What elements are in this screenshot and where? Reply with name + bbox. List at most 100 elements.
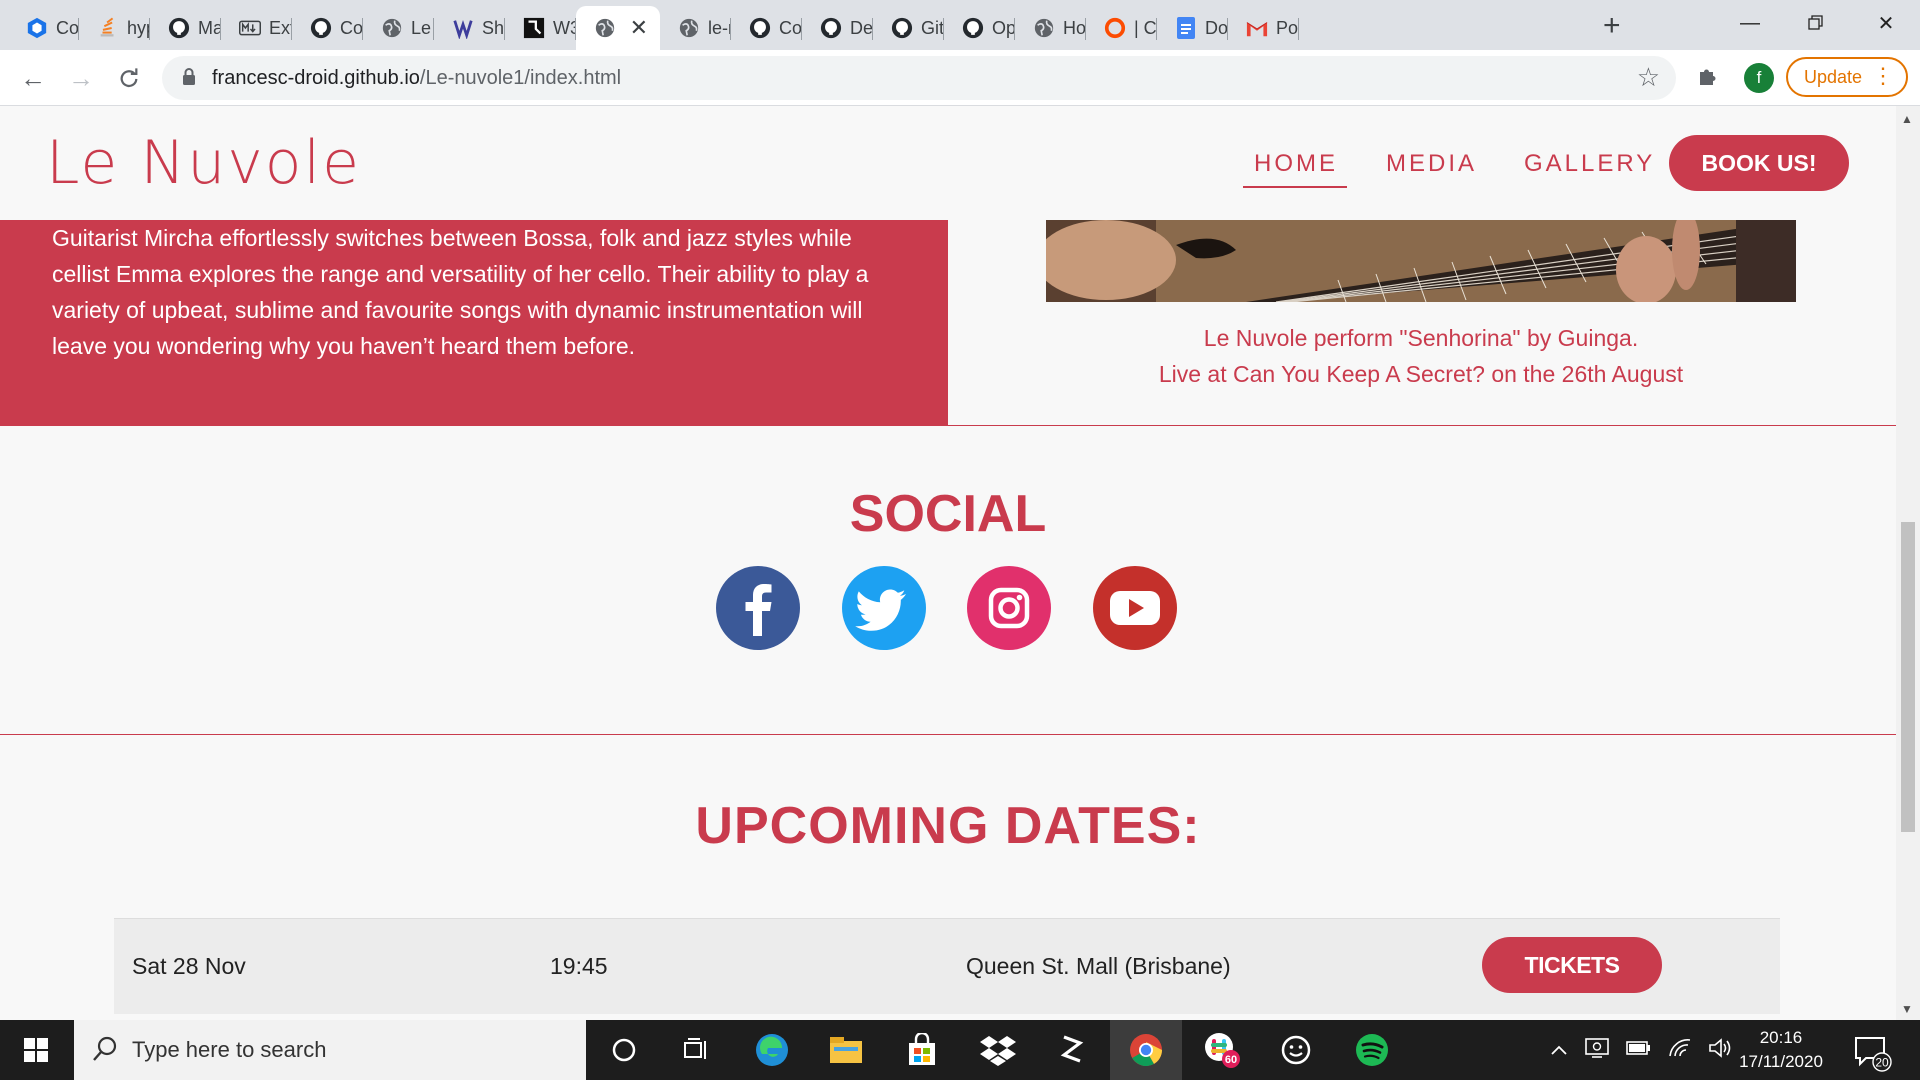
file-explorer-icon[interactable] [826, 1030, 866, 1070]
slack-icon[interactable]: 60 [1202, 1030, 1242, 1070]
tab-title: Doc [1205, 17, 1228, 38]
cortana-icon[interactable] [604, 1030, 644, 1070]
facebook-link[interactable] [716, 566, 800, 650]
globe-icon [594, 17, 616, 39]
section-divider [948, 425, 1896, 426]
close-window-button[interactable]: ✕ [1856, 6, 1916, 40]
back-button[interactable]: ← [14, 59, 52, 97]
upcoming-dates-table: Sat 28 Nov 19:45 Queen St. Mall (Brisban… [114, 918, 1780, 1014]
browser-tab[interactable]: Gitl [873, 6, 944, 50]
performance-video[interactable] [1046, 220, 1796, 302]
chrome-taskbar-icon[interactable] [1110, 1020, 1182, 1080]
tray-chevron-up-icon[interactable] [1550, 1040, 1568, 1061]
tickets-button[interactable]: TICKETS [1482, 937, 1662, 993]
windows-taskbar: Type here to search 60 20:16 17/11/2020 … [0, 1020, 1920, 1080]
forward-button[interactable]: → [62, 59, 100, 97]
url-text: francesc-droid.github.io/Le-nuvole1/inde… [212, 67, 621, 90]
monitor-sync-icon[interactable] [1584, 1037, 1610, 1064]
smiley-app-icon[interactable] [1276, 1030, 1316, 1070]
tab-title: | Cc [1134, 17, 1157, 38]
tab-title: Cor [779, 17, 802, 38]
tab-title: Exte [269, 17, 292, 38]
instagram-link[interactable] [967, 566, 1051, 650]
globe-icon [381, 17, 403, 39]
browser-tab[interactable]: Coc [292, 6, 363, 50]
tab-separator [1298, 18, 1299, 40]
browser-tab[interactable]: Pos [1228, 6, 1299, 50]
windows-logo-icon [24, 1038, 48, 1062]
browser-tab[interactable]: Hov [1015, 6, 1086, 50]
browser-tab[interactable]: W3 [505, 6, 576, 50]
social-heading: SOCIAL [849, 485, 1047, 543]
restore-button[interactable] [1786, 6, 1846, 40]
scrollbar-thumb[interactable] [1901, 522, 1915, 832]
nav-media-link[interactable]: MEDIA [1386, 150, 1477, 178]
browser-tab-active[interactable]: ✕ [576, 6, 660, 50]
browser-tab[interactable]: Le I [363, 6, 434, 50]
browser-tab[interactable]: Dep [802, 6, 873, 50]
profile-avatar[interactable]: f [1744, 63, 1774, 93]
page-scrollbar[interactable]: ▲ ▼ [1896, 106, 1920, 1020]
browser-tab[interactable]: Opt [944, 6, 1015, 50]
taskbar-clock[interactable]: 20:16 17/11/2020 [1726, 1026, 1836, 1074]
browser-tab[interactable]: Ma [150, 6, 221, 50]
start-button[interactable] [0, 1020, 72, 1080]
event-time: 19:45 [550, 953, 608, 979]
event-venue: Queen St. Mall (Brisbane) [966, 953, 1231, 979]
book-us-button[interactable]: BOOK US! [1669, 135, 1849, 191]
edge-icon[interactable] [752, 1030, 792, 1070]
codeanywhere-icon [26, 17, 48, 39]
tab-title: Dep [850, 17, 873, 38]
sublime-icon[interactable] [1052, 1030, 1092, 1070]
spotify-icon[interactable] [1352, 1030, 1392, 1070]
browser-tab[interactable]: Exte [221, 6, 292, 50]
browser-toolbar: ← → francesc-droid.github.io/Le-nuvole1/… [0, 50, 1920, 106]
browser-tab[interactable]: le-r [660, 6, 731, 50]
about-section: Guitarist Mircha effortlessly switches b… [0, 220, 1896, 426]
reload-button[interactable] [110, 59, 148, 97]
close-tab-icon[interactable]: ✕ [630, 15, 648, 41]
task-view-icon[interactable] [676, 1030, 716, 1070]
extensions-puzzle-icon[interactable] [1696, 64, 1720, 93]
browser-tab[interactable]: Doc [1157, 6, 1228, 50]
browser-tab-strip: Coc hyp Ma Exte Coc Le I Shc W3 ✕ le-r Cor Dep Gitl O… [0, 0, 1920, 50]
nav-gallery-link[interactable]: GALLERY [1524, 150, 1655, 178]
nav-home-link[interactable]: HOME [1254, 150, 1338, 178]
bookmark-star-icon[interactable]: ☆ [1637, 62, 1660, 93]
twitter-link[interactable] [842, 566, 926, 650]
address-bar[interactable]: francesc-droid.github.io/Le-nuvole1/inde… [162, 56, 1676, 100]
github-icon [820, 17, 842, 39]
w3c-icon [523, 17, 545, 39]
update-button[interactable]: Update ⋮ [1786, 57, 1908, 97]
minimize-button[interactable]: — [1720, 6, 1780, 40]
browser-tab[interactable]: hyp [79, 6, 150, 50]
gmail-icon [1246, 17, 1268, 39]
scroll-down-icon[interactable]: ▼ [1901, 1002, 1913, 1016]
action-center-button[interactable]: 20 [1852, 1032, 1892, 1072]
site-logo[interactable]: Le Nuvole [46, 128, 361, 198]
new-tab-button[interactable]: + [1603, 9, 1621, 43]
tab-title: le-r [708, 17, 731, 38]
browser-tab[interactable]: Cor [731, 6, 802, 50]
globe-icon [1033, 17, 1055, 39]
youtube-link[interactable] [1093, 566, 1177, 650]
system-tray [1550, 1020, 1732, 1080]
video-caption: Le Nuvole perform "Senhorina" by Guinga.… [1046, 320, 1796, 392]
tab-title: Coc [56, 17, 79, 38]
facebook-icon [716, 566, 800, 650]
tab-title: Ma [198, 17, 221, 38]
browser-tab[interactable]: | Cc [1086, 6, 1157, 50]
more-menu-icon[interactable]: ⋮ [1872, 64, 1894, 88]
notification-icon: 20 [1855, 1037, 1892, 1072]
browser-tab[interactable]: Shc [434, 6, 505, 50]
site-icon [452, 17, 474, 39]
dropbox-icon[interactable] [978, 1030, 1018, 1070]
scroll-up-icon[interactable]: ▲ [1901, 112, 1913, 126]
github-icon [310, 17, 332, 39]
wifi-icon[interactable] [1668, 1038, 1692, 1063]
battery-icon[interactable] [1626, 1040, 1652, 1061]
taskbar-search-box[interactable]: Type here to search [74, 1020, 586, 1080]
browser-tab[interactable]: Coc [8, 6, 79, 50]
store-icon[interactable] [902, 1030, 942, 1070]
url-host: francesc-droid.github.io [212, 67, 420, 89]
